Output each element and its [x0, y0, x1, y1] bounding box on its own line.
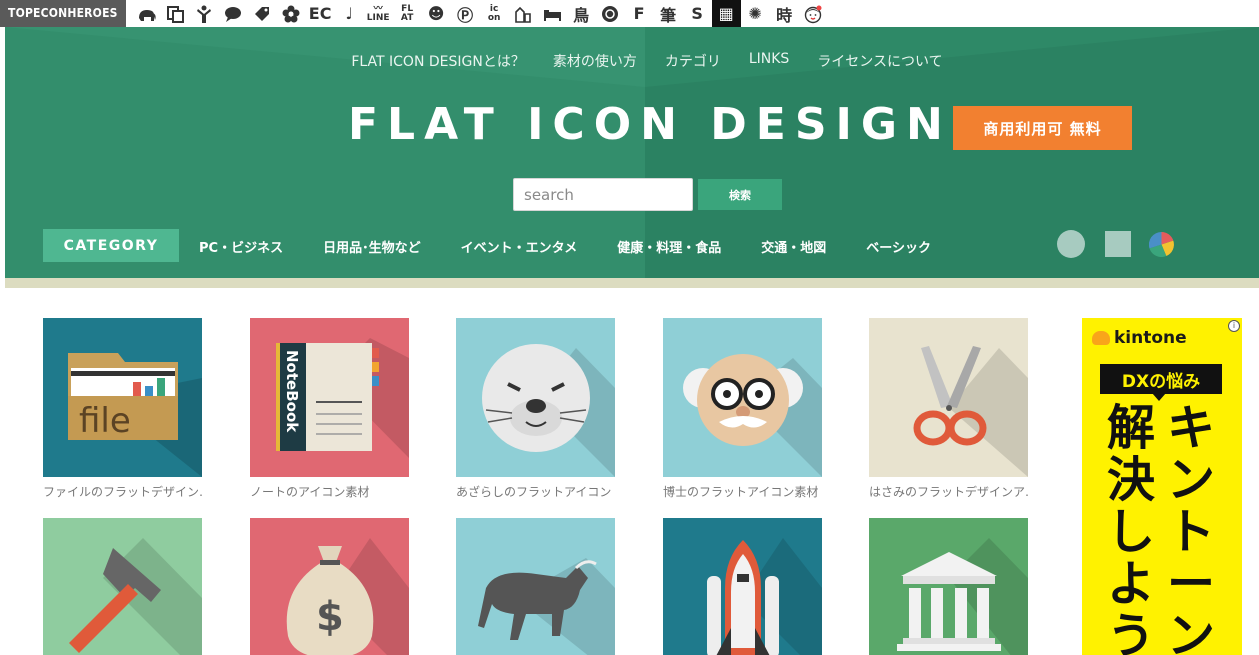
icon-caption[interactable]: 博士のフラットアイコン素材 [663, 483, 822, 500]
speech-bubble-icon[interactable] [219, 0, 248, 27]
flower-icon[interactable] [277, 0, 306, 27]
vright-char: ト [1166, 504, 1215, 560]
icon-card[interactable]: はさみのフラットデザインア… [869, 318, 1028, 500]
icon-caption[interactable]: あざらしのフラットアイコン [456, 483, 615, 500]
bull-icon[interactable] [456, 518, 615, 655]
icon-card[interactable]: file ファイルのフラットデザイン… [43, 318, 202, 500]
ad-bubble: DXの悩み [1100, 364, 1222, 401]
vright-char: ン [1166, 608, 1215, 655]
category-link-5[interactable]: ベーシック [866, 237, 931, 256]
category-nav: PC・ビジネス 日用品･生物など イベント・エンタメ 健康・料理・食品 交通・地図 ベーシ… [199, 237, 971, 256]
rocket-icon[interactable] [663, 518, 822, 655]
sites-toolbar: TOPECONHEROES EC ♩ 〰 LINE FL AT ☻ Ⓟic on 鳥 F 筆 S ▦… [0, 0, 1259, 27]
svg-text:file: file [79, 401, 131, 441]
kintone-ad[interactable]: i kintone DXの悩み 解決しよう キントーン [1082, 318, 1242, 655]
header-divider [5, 278, 1259, 288]
person-icon[interactable] [190, 0, 219, 27]
bed-icon[interactable] [538, 0, 567, 27]
ad-text-right: キントーン [1164, 402, 1218, 655]
circle-shape-toggle[interactable] [1057, 230, 1085, 258]
page: TOPECONHEROES EC ♩ 〰 LINE FL AT ☻ Ⓟic on 鳥 F 筆 S ▦… [0, 0, 1259, 655]
nav-link-2[interactable]: カテゴリ [665, 51, 721, 71]
ad-brand-text: kintone [1114, 328, 1187, 348]
nav-link-4[interactable]: ライセンスについて [817, 51, 942, 71]
site-link-22[interactable]: 時 [770, 0, 799, 27]
temple-icon[interactable] [869, 518, 1028, 655]
vright-char: ー [1166, 556, 1215, 612]
building-icon[interactable] [509, 0, 538, 27]
icon-card[interactable] [869, 518, 1028, 655]
site-header: FLAT ICON DESIGNとは？ 素材の使い方 カテゴリ LINKS ライセンスに… [5, 27, 1259, 278]
vleft-char: う [1106, 608, 1155, 655]
nav-link-3[interactable]: LINKS [749, 51, 789, 71]
site-link-9[interactable]: FL AT [393, 0, 422, 27]
category-link-0[interactable]: PC・ビジネス [199, 237, 283, 256]
site-link-7[interactable]: ♩ [335, 0, 364, 27]
site-link-10[interactable]: ☻ [422, 0, 451, 27]
icon-card[interactable] [456, 518, 615, 655]
face-icon[interactable] [799, 0, 828, 27]
doctor-icon[interactable] [663, 318, 822, 477]
icon-caption[interactable]: はさみのフラットデザインア… [869, 483, 1028, 500]
site-link-17[interactable]: F [625, 0, 654, 27]
seal-icon[interactable] [456, 318, 615, 477]
site-link-6[interactable]: EC [306, 0, 335, 27]
search-input[interactable] [513, 178, 693, 211]
site-link-21[interactable]: ✺ [741, 0, 770, 27]
category-link-2[interactable]: イベント・エンタメ [461, 237, 578, 256]
badge-icon[interactable] [596, 0, 625, 27]
site-link-11[interactable]: Ⓟ [451, 0, 480, 27]
icon-caption[interactable]: ノートのアイコン素材 [250, 483, 409, 500]
icon-caption[interactable]: ファイルのフラットデザイン… [43, 483, 202, 500]
category-link-4[interactable]: 交通・地図 [761, 237, 826, 256]
vleft-char: し [1106, 504, 1155, 560]
category-link-1[interactable]: 日用品･生物など [323, 237, 421, 256]
nav-link-1[interactable]: 素材の使い方 [553, 51, 637, 71]
toolbar-brand[interactable]: TOPECONHEROES [0, 0, 126, 27]
category-label: CATEGORY [43, 229, 179, 262]
global-nav: FLAT ICON DESIGNとは？ 素材の使い方 カテゴリ LINKS ライセンスに… [5, 51, 1259, 71]
ad-text-left: 解決しよう [1104, 402, 1158, 655]
notebook-icon[interactable]: NoteBook [250, 318, 409, 477]
icon-card[interactable]: NoteBook ノートのアイコン素材 [250, 318, 409, 500]
file-icon[interactable]: file [43, 318, 202, 477]
copy-icon[interactable] [161, 0, 190, 27]
kintone-logo-icon [1092, 331, 1110, 345]
site-links: EC ♩ 〰 LINE FL AT ☻ Ⓟic on 鳥 F 筆 S ▦ ✺ 時 [132, 0, 828, 27]
site-link-15[interactable]: 鳥 [567, 0, 596, 27]
vleft-char: 決 [1106, 452, 1155, 508]
search-button[interactable]: 検索 [698, 179, 782, 210]
svg-text:$: $ [316, 594, 344, 640]
vright-char: ン [1166, 452, 1215, 508]
site-link-20[interactable]: ▦ [711, 0, 741, 27]
tag-icon[interactable] [248, 0, 277, 27]
site-logo[interactable]: FLAT ICON DESIGN [348, 99, 952, 150]
ad-brand: kintone [1092, 328, 1187, 348]
vright-char: キ [1166, 400, 1215, 456]
elephant-icon[interactable] [132, 0, 161, 27]
category-link-3[interactable]: 健康・料理・食品 [617, 237, 721, 256]
site-link-19[interactable]: S [683, 0, 712, 27]
color-wheel-icon[interactable] [1149, 232, 1174, 257]
icon-card[interactable]: $ [250, 518, 409, 655]
money-icon[interactable]: $ [250, 518, 409, 655]
ad-info-icon[interactable]: i [1228, 320, 1240, 332]
free-commercial-badge: 商用利用可 無料 [953, 106, 1132, 150]
scissors-icon[interactable] [869, 318, 1028, 477]
site-link-12[interactable]: ic on [480, 0, 509, 27]
square-shape-toggle[interactable] [1105, 231, 1131, 257]
hammer-icon[interactable] [43, 518, 202, 655]
icon-card[interactable] [43, 518, 202, 655]
svg-text:NoteBook: NoteBook [283, 350, 301, 433]
nav-link-0[interactable]: FLAT ICON DESIGNとは？ [351, 51, 524, 71]
icon-card[interactable] [663, 518, 822, 655]
icon-card[interactable]: あざらしのフラットアイコン [456, 318, 615, 500]
vleft-char: よ [1106, 556, 1155, 612]
site-link-18[interactable]: 筆 [654, 0, 683, 27]
icon-card[interactable]: 博士のフラットアイコン素材 [663, 318, 822, 500]
vleft-char: 解 [1106, 400, 1155, 456]
site-link-8[interactable]: 〰 LINE [364, 0, 393, 27]
